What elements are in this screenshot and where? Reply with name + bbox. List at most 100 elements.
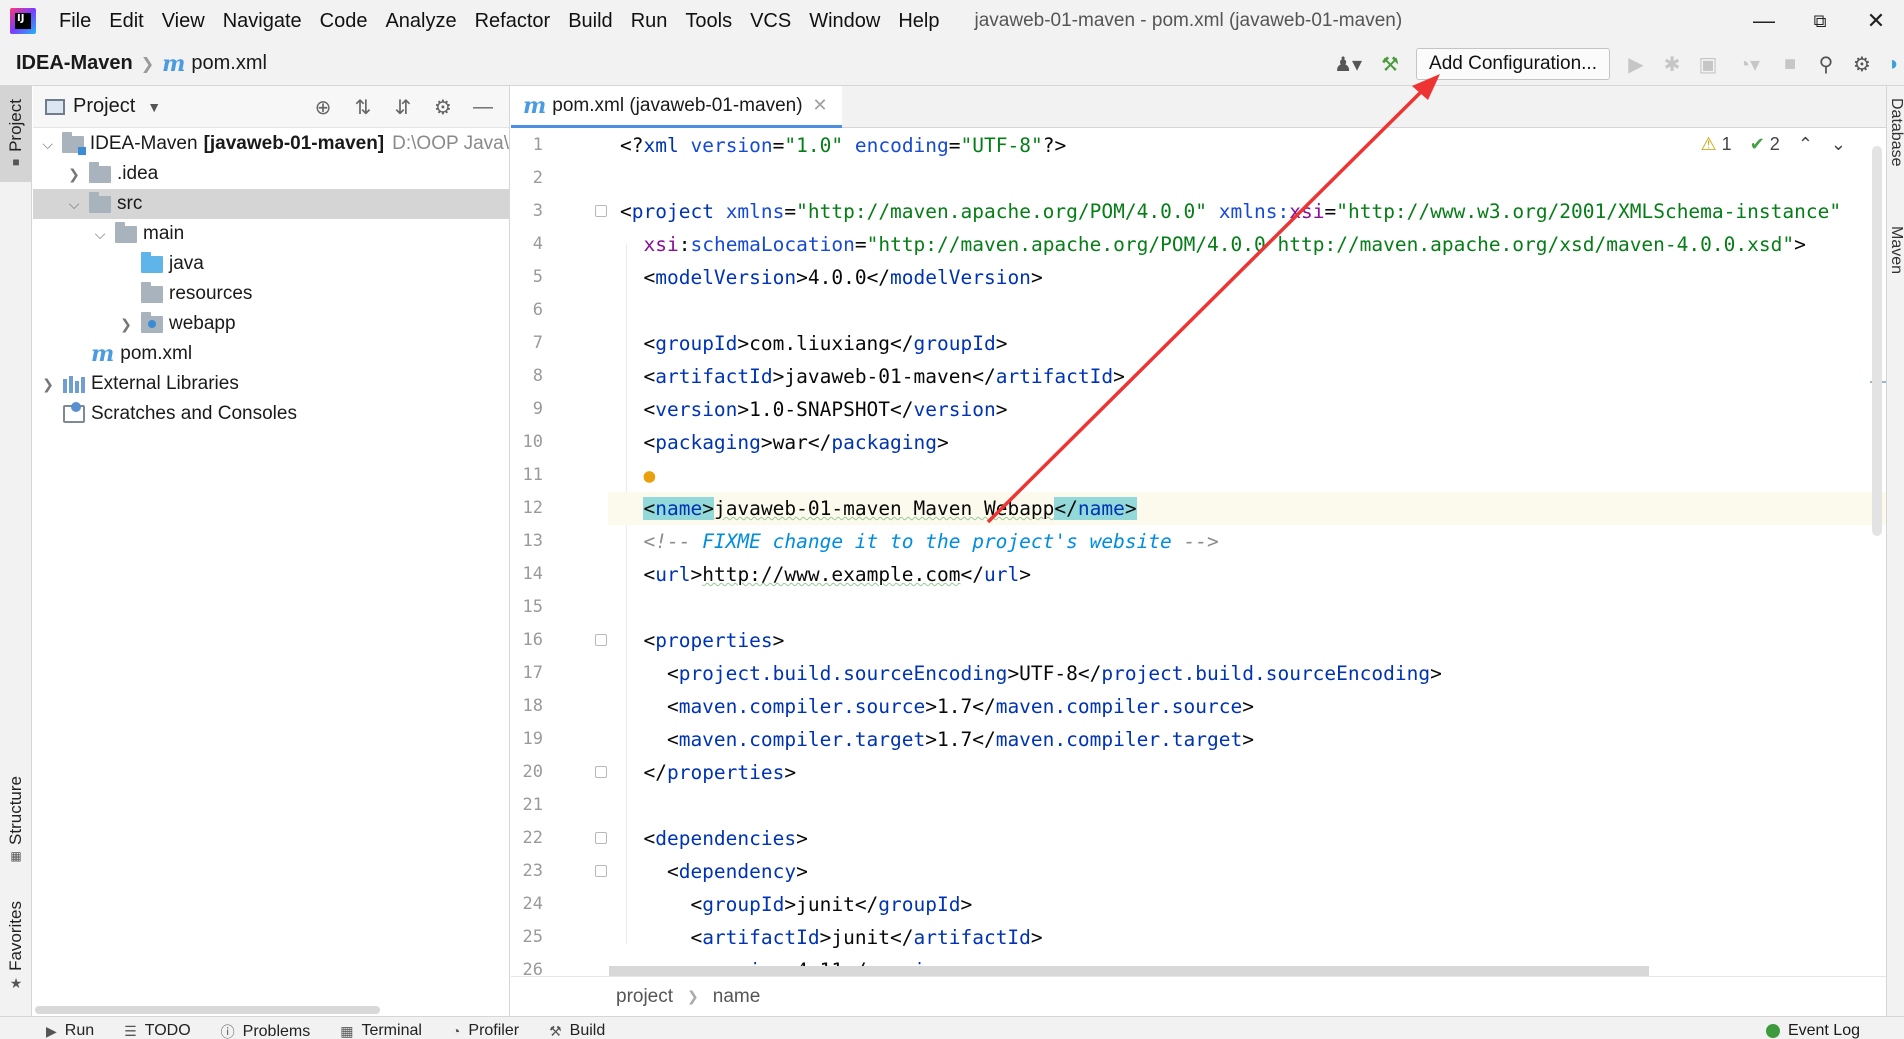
code-editor[interactable]: <?xml version="1.0" encoding="UTF-8"?> <…	[608, 129, 1886, 969]
menu-build[interactable]: Build	[559, 10, 621, 33]
line-number: 19	[522, 729, 543, 749]
breadcrumb-project-tag[interactable]: project	[616, 986, 673, 1008]
fold-marker-icon[interactable]	[595, 832, 607, 844]
menu-tools[interactable]: Tools	[676, 10, 741, 33]
profile-icon[interactable]: ◔▾	[1726, 46, 1772, 82]
tree-item-webapp[interactable]: ❯ webapp	[33, 309, 509, 339]
menu-window[interactable]: Window	[800, 10, 889, 33]
tool-problems[interactable]: ⓘ Problems	[221, 1022, 311, 1039]
chevron-down-icon[interactable]: ⌵	[39, 136, 56, 153]
menu-help[interactable]: Help	[889, 10, 948, 33]
tool-tab-project[interactable]: Project ■	[0, 86, 32, 182]
user-account-icon[interactable]: ♟▾	[1324, 46, 1372, 82]
warning-icon: ⚠	[1700, 134, 1717, 154]
code-line: <?xml version="1.0" encoding="UTF-8"?>	[620, 134, 1067, 157]
tree-item-external-libraries[interactable]: ❯ External Libraries	[33, 369, 509, 399]
menu-navigate[interactable]: Navigate	[214, 10, 311, 33]
fold-marker-icon[interactable]	[595, 634, 607, 646]
inspection-widget[interactable]: ⚠ 1 ✔ 2 ⌃ ⌄	[1701, 134, 1846, 155]
editor-tab-pom-xml[interactable]: m pom.xml (javaweb-01-maven) ✕	[511, 86, 842, 128]
breadcrumb-file[interactable]: pom.xml	[191, 52, 267, 75]
breadcrumb-name-tag[interactable]: name	[713, 986, 761, 1008]
lightbulb-icon[interactable]: ●	[643, 464, 655, 487]
debug-icon[interactable]: ✱	[1654, 46, 1690, 82]
maven-file-icon: m	[91, 341, 115, 367]
add-configuration-button[interactable]: Add Configuration...	[1416, 48, 1610, 80]
menu-code[interactable]: Code	[311, 10, 377, 33]
collapse-all-icon[interactable]: ⇵	[383, 87, 423, 127]
menu-analyze[interactable]: Analyze	[376, 10, 465, 33]
tool-tab-structure[interactable]: Structure ▦	[0, 776, 32, 863]
fold-marker-icon[interactable]	[595, 766, 607, 778]
warning-count[interactable]: ⚠ 1	[1701, 134, 1732, 155]
menu-file[interactable]: File	[50, 10, 100, 33]
intellij-logo-icon[interactable]: IJ	[10, 8, 36, 34]
xml-breadcrumb-bar: project ❯ name	[511, 976, 1886, 1016]
structure-icon: ▦	[10, 848, 22, 863]
tool-terminal[interactable]: ▦ Terminal	[340, 1022, 422, 1039]
event-log-button[interactable]: Event Log	[1765, 1022, 1860, 1039]
menu-view[interactable]: View	[153, 10, 214, 33]
restore-icon[interactable]: ⧉	[1792, 0, 1848, 42]
build-hammer-icon[interactable]: ⚒	[1372, 46, 1408, 82]
line-number: 2	[532, 168, 543, 188]
project-tool-window: Project ▼ ⊕ ⇅ ⇵ ⚙ — ⌵ IDEA-Maven [javawe…	[33, 86, 510, 1016]
chevron-right-icon[interactable]: ❯	[39, 376, 57, 393]
tool-todo[interactable]: ☰ TODO	[124, 1022, 191, 1039]
tool-tab-database[interactable]: Database	[1887, 98, 1904, 167]
minimize-icon[interactable]: —	[1736, 0, 1792, 42]
breadcrumb-project[interactable]: IDEA-Maven	[16, 52, 133, 75]
menu-edit[interactable]: Edit	[100, 10, 152, 33]
fold-marker-icon[interactable]	[595, 865, 607, 877]
close-window-icon[interactable]: ✕	[1848, 0, 1904, 42]
tree-item-pom-xml[interactable]: m pom.xml	[33, 339, 509, 369]
fold-marker-icon[interactable]	[595, 205, 607, 217]
menu-refactor[interactable]: Refactor	[466, 10, 560, 33]
tool-tab-favorites[interactable]: Favorites ★	[0, 901, 32, 992]
tree-item-main[interactable]: ⌵ main	[33, 219, 509, 249]
build-hammer-icon: ⚒	[549, 1022, 562, 1039]
vertical-scrollbar[interactable]	[1872, 146, 1882, 536]
tree-item-scratches[interactable]: Scratches and Consoles	[33, 399, 509, 429]
run-icon: ▶	[46, 1022, 57, 1039]
tool-profiler[interactable]: ◔ Profiler	[452, 1022, 519, 1039]
tool-run[interactable]: ▶ Run	[46, 1022, 94, 1039]
tree-item-java[interactable]: java	[33, 249, 509, 279]
horizontal-scrollbar[interactable]	[35, 1006, 380, 1014]
line-number: 15	[522, 597, 543, 617]
code-line: <dependencies>	[620, 827, 808, 850]
chevron-down-icon[interactable]: ⌵	[91, 226, 109, 243]
line-number: 3	[532, 201, 543, 221]
tool-tab-maven[interactable]: Maven	[1887, 226, 1904, 274]
plugin-status-icon[interactable]: ◑	[1880, 46, 1904, 82]
tree-item-resources[interactable]: resources	[33, 279, 509, 309]
line-number: 18	[522, 696, 543, 716]
tree-item-idea[interactable]: ❯ .idea	[33, 159, 509, 189]
chevron-down-icon[interactable]: ⌄	[1831, 134, 1846, 155]
expand-all-icon[interactable]: ⇅	[343, 87, 383, 127]
chevron-down-icon[interactable]: ▼	[147, 99, 161, 115]
search-icon[interactable]: ⚲	[1808, 46, 1844, 82]
close-tab-icon[interactable]: ✕	[813, 95, 828, 116]
tree-item-idea-maven[interactable]: ⌵ IDEA-Maven [javaweb-01-maven] D:\OOP J…	[33, 129, 509, 159]
stop-icon[interactable]: ■	[1772, 46, 1808, 82]
tree-item-src[interactable]: ⌵ src	[33, 189, 509, 219]
ok-count[interactable]: ✔ 2	[1750, 134, 1780, 155]
locate-target-icon[interactable]: ⊕	[303, 87, 343, 127]
tool-build-label: Build	[569, 1022, 606, 1039]
chevron-down-icon[interactable]: ⌵	[65, 196, 83, 213]
coverage-icon[interactable]: ▣	[1690, 46, 1726, 82]
chevron-right-icon[interactable]: ❯	[65, 166, 83, 183]
breadcrumb: IDEA-Maven ❯ m pom.xml	[0, 51, 267, 77]
menu-run[interactable]: Run	[622, 10, 677, 33]
project-panel-title[interactable]: Project	[73, 95, 135, 118]
panel-settings-gear-icon[interactable]: ⚙	[423, 87, 463, 127]
horizontal-scrollbar[interactable]	[609, 966, 1649, 976]
hide-panel-icon[interactable]: —	[463, 87, 503, 127]
tool-build[interactable]: ⚒ Build	[549, 1022, 605, 1039]
run-icon[interactable]: ▶	[1618, 46, 1654, 82]
menu-vcs[interactable]: VCS	[741, 10, 800, 33]
chevron-right-icon[interactable]: ❯	[117, 316, 135, 333]
settings-gear-icon[interactable]: ⚙	[1844, 46, 1880, 82]
chevron-up-icon[interactable]: ⌃	[1798, 134, 1813, 155]
